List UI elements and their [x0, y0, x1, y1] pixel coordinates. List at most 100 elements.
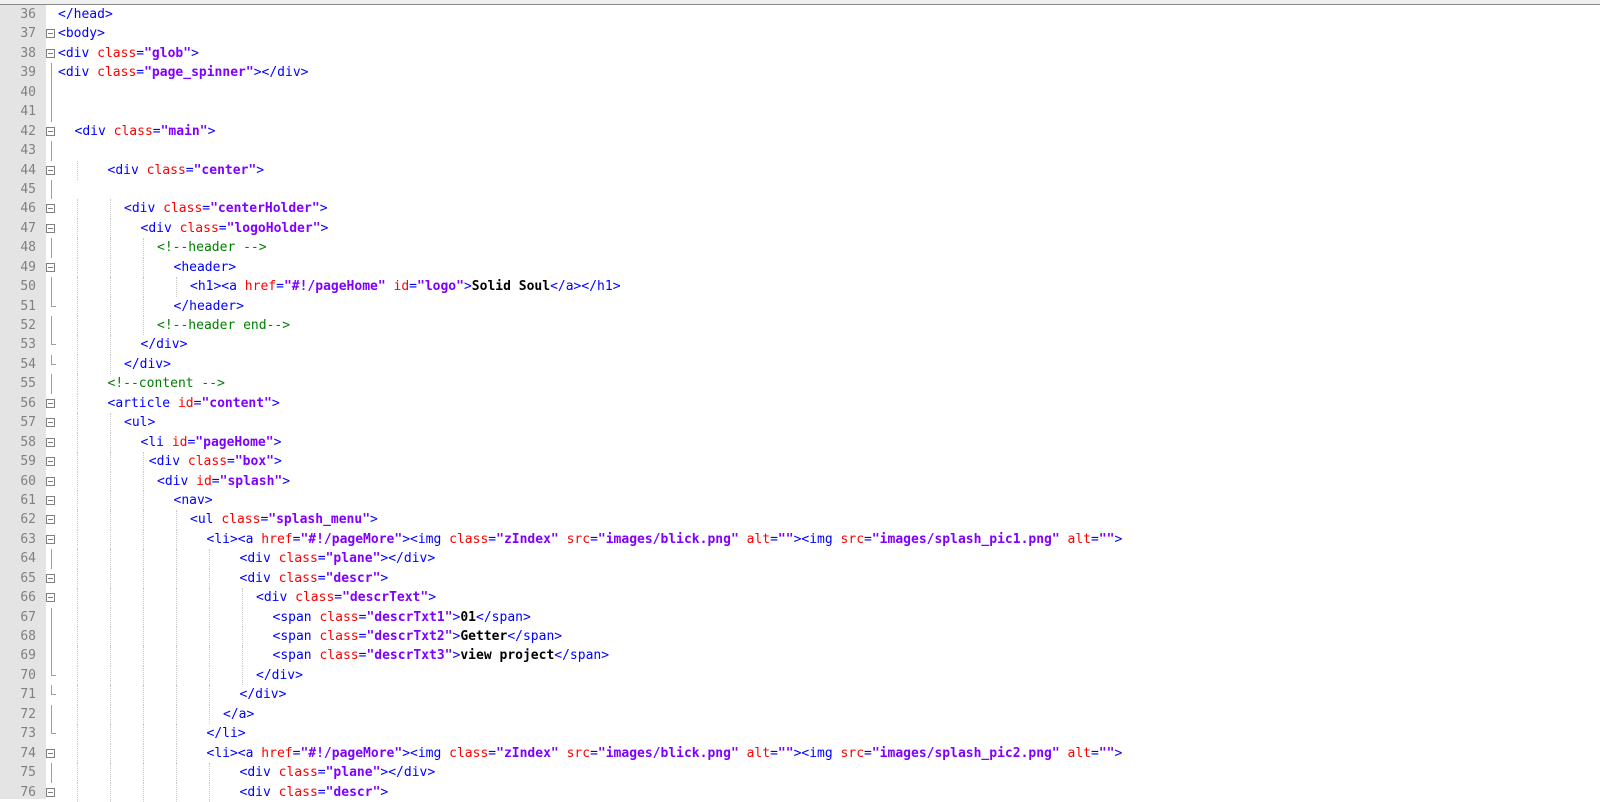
code-line[interactable]: 51 </header> [0, 296, 1600, 316]
fold-toggle-icon[interactable] [46, 204, 55, 214]
code-line[interactable]: 46 <div class="centerHolder"> [0, 199, 1600, 219]
code-line[interactable]: 74 <li><a href="#!/pageMore"><img class="… [0, 743, 1600, 764]
indent-guide [109, 354, 111, 375]
code-line[interactable]: 61 <nav> [0, 490, 1600, 511]
fold-toggle-icon[interactable] [46, 48, 55, 58]
line-number: 63 [20, 531, 36, 547]
indent-guide [175, 704, 177, 725]
code-line[interactable]: 55 <!--content --> [0, 374, 1600, 394]
fold-toggle-icon[interactable] [46, 748, 55, 758]
code-token: "images/blick.png" [597, 745, 739, 761]
code-line[interactable]: 50 <h1><a href="#!/pageHome" id="logo">So… [0, 277, 1600, 297]
code-line[interactable]: 70 </div> [0, 665, 1600, 686]
code-token: <div [140, 220, 180, 236]
code-line[interactable]: 38 <div class="glob"> [0, 44, 1600, 63]
fold-line [51, 374, 52, 394]
fold-toggle-icon[interactable] [46, 165, 55, 175]
indent-guide [76, 568, 78, 589]
code-line[interactable]: 57 <ul> [0, 413, 1600, 433]
code-line[interactable]: 42 <div class="main"> [0, 122, 1600, 141]
code-line[interactable]: 36 </head> [0, 5, 1600, 24]
code-line[interactable]: 43 [0, 141, 1600, 161]
code-token: <span [272, 629, 320, 644]
fold-line [51, 354, 56, 365]
line-number: 36 [20, 7, 36, 22]
code-editor[interactable]: 36 </head> 37 <body> 38 <div class="glob"> 39 <… [0, 5, 1600, 802]
fold-toggle-icon[interactable] [46, 457, 55, 467]
code-line[interactable]: 40 [0, 82, 1600, 103]
fold-toggle-icon[interactable] [46, 126, 55, 136]
code-line[interactable]: 64 <div class="plane"></div> [0, 549, 1600, 569]
indent-guide [241, 665, 243, 686]
code-line[interactable]: 73 </li> [0, 724, 1600, 744]
indent-guide [142, 743, 144, 764]
indent-guide [142, 646, 144, 666]
code-line[interactable]: 49 <header> [0, 257, 1600, 278]
code-line[interactable]: 48 <!--header --> [0, 238, 1600, 258]
fold-toggle-icon[interactable] [46, 593, 55, 603]
code-text: <!--header --> [157, 238, 267, 257]
fold-toggle-icon[interactable] [46, 787, 55, 797]
code-token: alt [1067, 531, 1092, 547]
indent-guide [76, 452, 78, 472]
code-line[interactable]: 54 </div> [0, 354, 1600, 375]
code-token: > [273, 434, 282, 450]
fold-line [51, 335, 56, 346]
fold-toggle-icon[interactable] [46, 262, 55, 272]
code-line[interactable]: 72 </a> [0, 704, 1600, 725]
code-token: <li><a [206, 531, 262, 547]
fold-toggle-icon[interactable] [46, 476, 55, 486]
code-line[interactable]: 39 <div class="page_spinner"></div> [0, 63, 1600, 83]
indent-guide [109, 452, 111, 472]
fold-toggle-icon[interactable] [46, 398, 55, 408]
code-line[interactable]: 53 </div> [0, 335, 1600, 355]
code-text: <!--header end--> [157, 316, 290, 335]
code-line[interactable]: 76 <div class="descr"> [0, 782, 1600, 802]
indent-guide [76, 335, 78, 355]
code-line[interactable]: 75 <div class="plane"></div> [0, 763, 1600, 783]
code-text: <!--content --> [108, 374, 225, 393]
code-line[interactable]: 37 <body> [0, 24, 1600, 43]
code-line[interactable]: 59 <div class="box"> [0, 452, 1600, 472]
code-line[interactable]: 47 <div class="logoHolder"> [0, 218, 1600, 239]
code-token: "pageHome" [195, 434, 274, 450]
code-token: "descrTxt2" [366, 629, 453, 644]
code-line[interactable]: 69 <span class="descrTxt3">view project</… [0, 646, 1600, 666]
code-line[interactable]: 58 <li id="pageHome"> [0, 432, 1600, 453]
code-line[interactable]: 41 [0, 102, 1600, 122]
fold-line [51, 63, 52, 83]
fold-toggle-icon[interactable] [46, 534, 55, 544]
code-token: "images/blick.png" [597, 531, 739, 547]
code-line[interactable]: 44 <div class="center"> [0, 160, 1600, 180]
code-token: class [278, 570, 318, 586]
fold-toggle-icon[interactable] [46, 573, 55, 583]
code-line[interactable]: 60 <div id="splash"> [0, 471, 1600, 491]
code-token: "content" [201, 395, 272, 411]
fold-toggle-icon[interactable] [46, 223, 55, 233]
code-line[interactable]: 66 <div class="descrText"> [0, 588, 1600, 608]
code-line[interactable]: 63 <li><a href="#!/pageMore"><img class="… [0, 529, 1600, 550]
code-line[interactable]: 68 <span class="descrTxt2">Getter</span> [0, 627, 1600, 647]
code-token: <span [272, 648, 320, 664]
fold-line [51, 704, 52, 725]
fold-toggle-icon[interactable] [46, 29, 55, 39]
code-token: = [202, 201, 211, 217]
indent-guide [76, 627, 78, 647]
code-line[interactable]: 52 <!--header end--> [0, 316, 1600, 336]
fold-toggle-icon[interactable] [46, 495, 55, 505]
code-token: = [218, 220, 227, 236]
code-line[interactable]: 62 <ul class="splash_menu"> [0, 510, 1600, 530]
code-line[interactable]: 45 [0, 179, 1600, 200]
code-line[interactable]: 67 <span class="descrTxt1">01</span> [0, 607, 1600, 627]
indent-guide [142, 316, 144, 336]
indent-guide [76, 704, 78, 725]
code-line[interactable]: 71 </div> [0, 685, 1600, 705]
code-line[interactable]: 56 <article id="content"> [0, 393, 1600, 414]
code-token: </span> [507, 629, 563, 644]
code-token: = [185, 162, 194, 178]
fold-toggle-icon[interactable] [46, 515, 55, 525]
fold-toggle-icon[interactable] [46, 418, 55, 428]
fold-toggle-icon[interactable] [46, 437, 55, 447]
code-line[interactable]: 65 <div class="descr"> [0, 568, 1600, 589]
